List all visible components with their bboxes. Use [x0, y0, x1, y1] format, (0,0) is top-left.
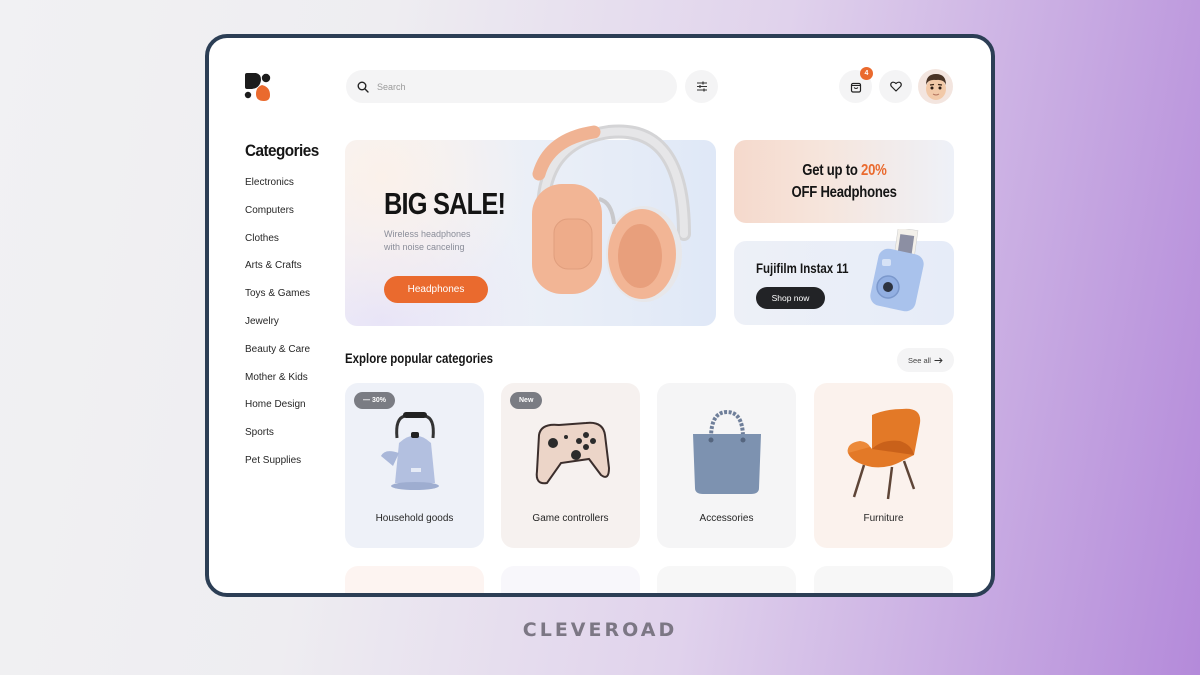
handbag-image — [692, 409, 761, 494]
discount-promo-card[interactable]: Get up to 20% OFF Headphones — [734, 140, 954, 223]
category-card-partial[interactable] — [814, 566, 953, 593]
sidebar-item-clothes[interactable]: Clothes — [245, 233, 310, 261]
kettle-image — [380, 412, 439, 490]
hero-subtitle-line2: with noise canceling — [384, 242, 465, 252]
product-promo-card[interactable]: Fujifilm Instax 11 Shop now — [734, 229, 954, 325]
promo-discount-value: 20% — [860, 161, 887, 179]
hero-subtitle-line1: Wireless headphones — [384, 229, 471, 239]
promo-prefix-text: Get up to — [801, 161, 861, 179]
category-card-partial[interactable] — [501, 566, 640, 593]
card-label: Household goods — [375, 513, 454, 524]
filter-button[interactable] — [685, 70, 718, 103]
avatar-face-icon — [925, 73, 946, 100]
new-badge: New — [510, 392, 543, 409]
sidebar-item-beauty-care[interactable]: Beauty & Care — [245, 344, 310, 372]
arrow-right-icon — [934, 357, 943, 363]
logo-icon[interactable] — [244, 73, 274, 101]
sliders-icon — [696, 81, 707, 92]
sidebar-item-home-design[interactable]: Home Design — [245, 399, 310, 427]
sidebar-item-sports[interactable]: Sports — [245, 427, 310, 455]
brand-wordmark: CLEVEROAD — [522, 619, 678, 641]
game-controller-image — [535, 421, 610, 485]
category-card-accessories[interactable]: Accessories — [657, 383, 796, 548]
hero-subtitle: Wireless headphones with noise canceling — [384, 228, 494, 254]
sidebar-item-jewelry[interactable]: Jewelry — [245, 316, 310, 344]
armchair-image — [847, 408, 920, 500]
sidebar-item-mother-kids[interactable]: Mother & Kids — [245, 372, 310, 400]
shopping-bag-icon — [850, 82, 861, 93]
section-title: Explore popular categories — [345, 350, 494, 366]
see-all-label: See all — [908, 355, 931, 365]
sidebar-item-electronics[interactable]: Electronics — [245, 177, 310, 205]
headphones-image — [532, 124, 691, 302]
category-card-partial[interactable] — [657, 566, 796, 593]
promo-line1: Get up to 20% — [801, 160, 887, 182]
app-window: 4 Categories Electronics Computers Cloth… — [205, 34, 995, 597]
sidebar-item-toys-games[interactable]: Toys & Games — [245, 288, 310, 316]
promo-product-title: Fujifilm Instax 11 — [756, 260, 849, 276]
user-avatar[interactable] — [918, 69, 953, 104]
search-input[interactable] — [377, 81, 657, 92]
sidebar-item-pet-supplies[interactable]: Pet Supplies — [245, 455, 310, 483]
categories-list: Electronics Computers Clothes Arts & Cra… — [245, 177, 310, 483]
wishlist-button[interactable] — [879, 70, 912, 103]
sidebar-item-computers[interactable]: Computers — [245, 205, 310, 233]
see-all-button[interactable]: See all — [897, 348, 954, 372]
category-card-partial[interactable] — [345, 566, 484, 593]
promo-line2: OFF Headphones — [791, 183, 897, 201]
category-card-furniture[interactable]: Furniture — [814, 383, 953, 548]
instant-camera-image — [870, 229, 924, 312]
card-label: Accessories — [699, 513, 754, 524]
categories-heading: Categories — [245, 141, 319, 160]
card-label: Furniture — [863, 513, 904, 524]
heart-icon — [889, 81, 902, 92]
sidebar-item-arts-crafts[interactable]: Arts & Crafts — [245, 260, 310, 288]
cart-count-badge: 4 — [860, 67, 873, 80]
category-card-household[interactable]: — 30% Household goods — [345, 383, 484, 548]
hero-title: BIG SALE! — [384, 186, 506, 221]
search-icon — [357, 81, 369, 93]
search-bar[interactable] — [346, 70, 677, 103]
category-card-game-controllers[interactable]: New Game controllers — [501, 383, 640, 548]
card-label: Game controllers — [532, 513, 609, 524]
headphones-button[interactable]: Headphones — [384, 276, 488, 303]
shop-now-button[interactable]: Shop now — [756, 287, 825, 309]
cart-button[interactable]: 4 — [839, 67, 873, 103]
discount-badge: — 30% — [354, 392, 395, 409]
